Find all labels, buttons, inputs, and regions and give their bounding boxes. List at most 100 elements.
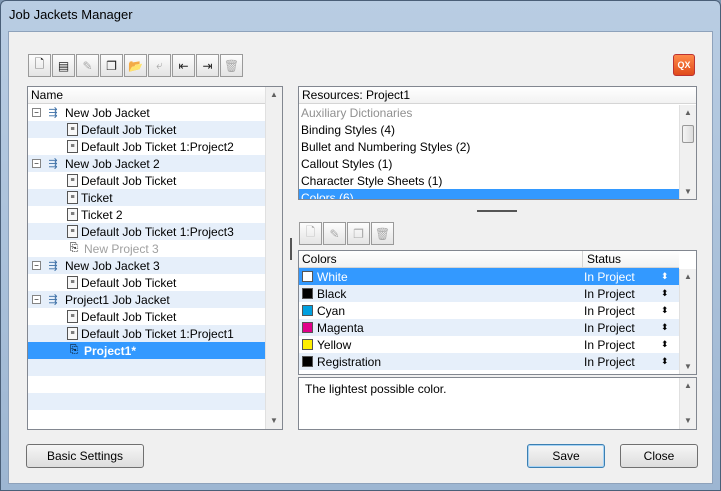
collapse-toggle-icon[interactable]: − (32, 295, 41, 304)
colors-scrollbar[interactable]: ▲ ▼ (679, 269, 696, 374)
tree-item-label: New Job Jacket (65, 105, 150, 120)
toolbar-duplicate-button[interactable]: ❐ (100, 54, 123, 77)
color-row[interactable]: Yellow In Project ⬍ (299, 336, 679, 353)
tree-scroll-up-icon[interactable]: ▲ (266, 87, 282, 103)
save-button[interactable]: Save (527, 444, 605, 468)
resources-list[interactable]: Resources: Project1 Auxiliary Dictionari… (298, 86, 697, 200)
tree-jacket-item[interactable]: − ⇶ New Job Jacket 3 (28, 257, 266, 274)
resources-scrollbar[interactable]: ▲ ▼ (679, 105, 696, 199)
description-scroll-up-icon[interactable]: ▲ (680, 378, 696, 394)
close-button[interactable]: Close (620, 444, 698, 468)
delete-icon: 🗑 (223, 58, 240, 73)
description-scroll-down-icon[interactable]: ▼ (680, 413, 696, 429)
color-row[interactable]: Cyan In Project ⬍ (299, 302, 679, 319)
horizontal-splitter-grip[interactable] (477, 210, 517, 212)
resources-scroll-thumb[interactable] (682, 125, 694, 143)
colors-table-rows: White In Project ⬍ Black In Project ⬍ Cyan In P… (299, 268, 679, 370)
toolbar-edit-button[interactable]: ✎ (76, 54, 99, 77)
tree-ticket-item[interactable]: ≡ Default Job Ticket 1:Project2 (28, 138, 266, 155)
quarkxpress-badge-icon[interactable]: QX (673, 54, 695, 76)
resource-item[interactable]: Binding Styles (4) (299, 121, 679, 138)
color-name: Registration (317, 354, 382, 369)
new-ticket-icon: ▤ (57, 58, 70, 73)
vertical-splitter-grip[interactable] (290, 238, 292, 260)
color-row[interactable]: Registration In Project ⬍ (299, 353, 679, 370)
tree-ticket-item[interactable]: ≡ Default Job Ticket (28, 172, 266, 189)
tree-item-label: New Job Jacket 2 (65, 156, 160, 171)
delete-icon: 🗑 (374, 226, 391, 241)
status-spinner-icon[interactable]: ⬍ (661, 322, 669, 333)
resources-scroll-up-icon[interactable]: ▲ (680, 105, 696, 121)
tree-project-item[interactable]: ⎘ New Project 3 (28, 240, 266, 257)
colors-scroll-up-icon[interactable]: ▲ (680, 269, 696, 285)
tree-jacket-item[interactable]: − ⇶ New Job Jacket (28, 104, 266, 121)
resource-item[interactable]: Bullet and Numbering Styles (2) (299, 138, 679, 155)
tree-ticket-item[interactable]: ≡ Default Job Ticket (28, 274, 266, 291)
collapse-toggle-icon[interactable]: − (32, 261, 41, 270)
main-toolbar: 🗋 ▤ ✎ ❐ 📂 ⤶ ⇤ ⇥ 🗑 (28, 54, 243, 77)
color-row[interactable]: White In Project ⬍ (299, 268, 679, 285)
job-jacket-icon: ⇶ (48, 107, 58, 119)
resources-scroll-down-icon[interactable]: ▼ (680, 184, 696, 199)
tree-item-label: Ticket (81, 190, 113, 205)
color-row[interactable]: Black In Project ⬍ (299, 285, 679, 302)
status-spinner-icon[interactable]: ⬍ (661, 305, 669, 316)
resource-item-label: Colors (6) (301, 190, 354, 200)
resource-item[interactable]: Callout Styles (1) (299, 155, 679, 172)
colors-scroll-down-icon[interactable]: ▼ (680, 359, 696, 374)
tree-ticket-item[interactable]: ≡ Default Job Ticket 1:Project1 (28, 325, 266, 342)
toolbar-new-jacket-button[interactable]: 🗋 (28, 54, 51, 77)
tree-ticket-item[interactable]: ≡ Default Job Ticket (28, 121, 266, 138)
tree-project-item[interactable]: ⎘ Project1* (28, 342, 266, 359)
description-scrollbar[interactable]: ▲ ▼ (679, 378, 696, 429)
color-row[interactable]: Magenta In Project ⬍ (299, 319, 679, 336)
color-status: In Project (584, 354, 635, 369)
collapse-toggle-icon[interactable]: − (32, 159, 41, 168)
toolbar-open-button[interactable]: 📂 (124, 54, 147, 77)
tree-ticket-item[interactable]: ≡ Default Job Ticket 1:Project3 (28, 223, 266, 240)
job-jacket-tree[interactable]: Name − ⇶ New Job Jacket ≡ Default Job Ticket… (27, 86, 283, 430)
description-panel: The lightest possible color. ▲ ▼ (298, 377, 697, 430)
resource-item[interactable]: Auxiliary Dictionaries (299, 104, 679, 121)
resource-item[interactable]: Character Style Sheets (1) (299, 172, 679, 189)
tree-ticket-item[interactable]: ≡ Default Job Ticket (28, 308, 266, 325)
status-spinner-icon[interactable]: ⬍ (661, 339, 669, 350)
toolbar-import-button[interactable]: ⇤ (172, 54, 195, 77)
tree-item-label: Project1* (84, 343, 137, 358)
job-ticket-icon: ≡ (67, 310, 78, 323)
job-ticket-icon: ≡ (67, 225, 78, 238)
colors-column-header[interactable]: Colors (302, 252, 337, 266)
detail-delete-button[interactable]: 🗑 (371, 222, 394, 245)
status-column-header[interactable]: Status (587, 252, 621, 266)
toolbar-export-button[interactable]: ⇥ (196, 54, 219, 77)
tree-name-header[interactable]: Name (28, 87, 266, 104)
tree-scroll-down-icon[interactable]: ▼ (266, 413, 282, 429)
color-status: In Project (584, 320, 635, 335)
toolbar-delete-button[interactable]: 🗑 (220, 54, 243, 77)
color-status: In Project (584, 286, 635, 301)
toolbar-new-ticket-button[interactable]: ▤ (52, 54, 75, 77)
column-divider (582, 251, 583, 267)
tree-item-label: Default Job Ticket (81, 173, 177, 188)
color-swatch (302, 322, 313, 333)
basic-settings-button[interactable]: Basic Settings (26, 444, 144, 468)
status-spinner-icon[interactable]: ⬍ (661, 356, 669, 367)
collapse-toggle-icon[interactable]: − (32, 108, 41, 117)
tree-scrollbar[interactable]: ▲ ▼ (265, 87, 282, 429)
status-spinner-icon[interactable]: ⬍ (661, 271, 669, 282)
detail-new-button[interactable]: 🗋 (299, 222, 322, 245)
color-status: In Project (584, 337, 635, 352)
tree-jacket-item[interactable]: − ⇶ New Job Jacket 2 (28, 155, 266, 172)
colors-table[interactable]: Colors Status White In Project ⬍ Black In Pr… (298, 250, 697, 375)
tree-jacket-item[interactable]: − ⇶ Project1 Job Jacket (28, 291, 266, 308)
detail-duplicate-button[interactable]: ❐ (347, 222, 370, 245)
resource-item[interactable]: Colors (6) (299, 189, 679, 200)
detail-edit-button[interactable]: ✎ (323, 222, 346, 245)
color-swatch (302, 271, 313, 282)
job-jacket-icon: ⇶ (48, 158, 58, 170)
tree-ticket-item[interactable]: ≡ Ticket 2 (28, 206, 266, 223)
toolbar-link-button[interactable]: ⤶ (148, 54, 171, 77)
tree-ticket-item[interactable]: ≡ Ticket (28, 189, 266, 206)
status-spinner-icon[interactable]: ⬍ (661, 288, 669, 299)
resources-rows: Auxiliary Dictionaries Binding Styles (4)… (299, 104, 679, 200)
